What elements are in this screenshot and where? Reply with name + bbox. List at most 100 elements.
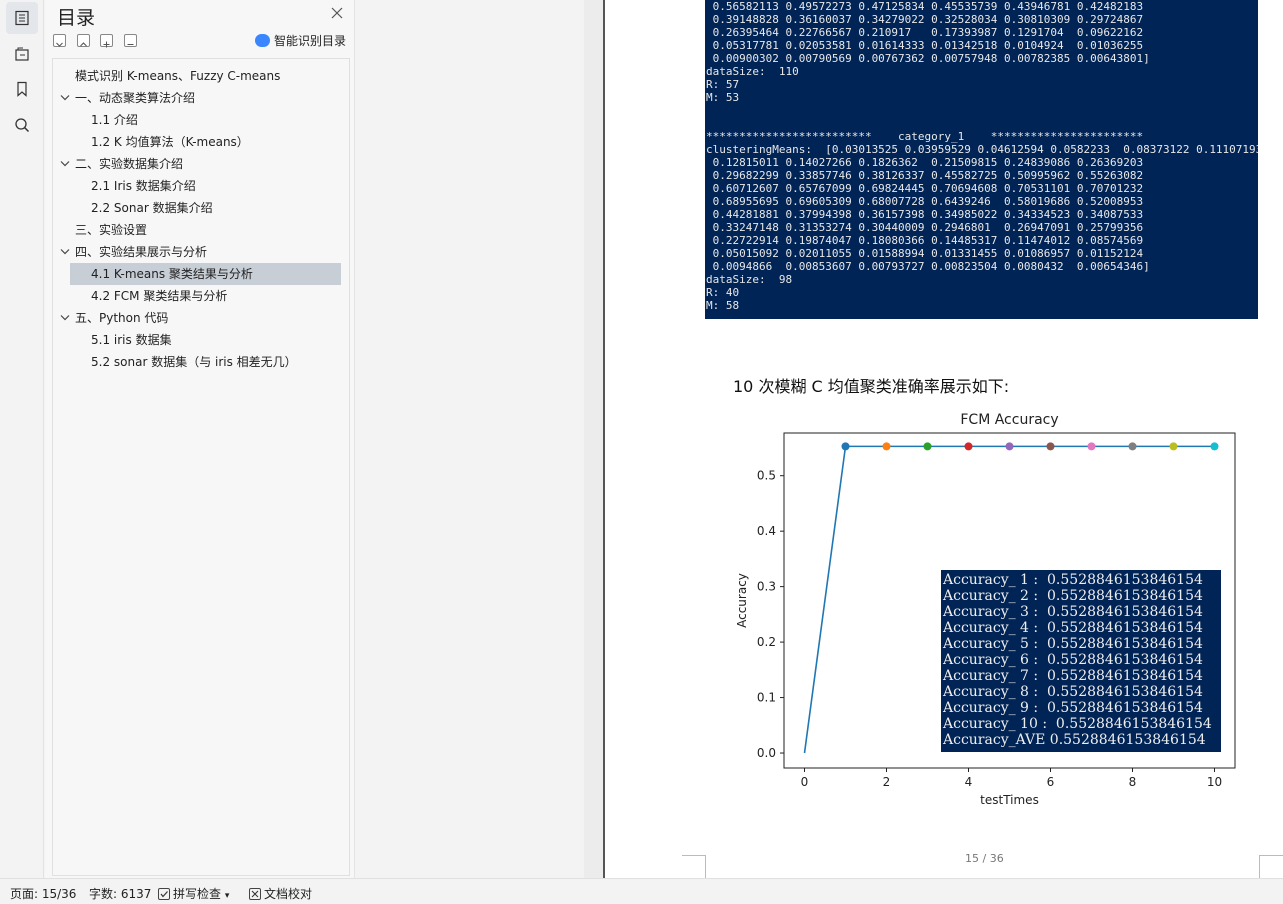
document-proofread-button[interactable]: 文档校对 xyxy=(249,885,312,902)
toc-title: 目录 xyxy=(57,7,96,29)
toc-item-label: 三、实验设置 xyxy=(75,223,148,237)
data-point xyxy=(1128,442,1137,451)
toc-item[interactable]: 四、实验结果展示与分析 xyxy=(75,241,207,263)
x-axis-label: testTimes xyxy=(980,793,1039,807)
toc-item-label: 2.2 Sonar 数据集介绍 xyxy=(91,201,213,215)
y-tick-label: 0.0 xyxy=(757,746,776,760)
toc-item[interactable]: 2.1 Iris 数据集介绍 xyxy=(91,175,196,197)
spell-check-button[interactable]: 拼写检查 ▾ xyxy=(158,885,229,902)
console-line: 0.39148828 0.36160037 0.34279022 0.32528… xyxy=(706,13,1144,26)
y-tick-label: 0.1 xyxy=(757,691,776,705)
data-point xyxy=(1169,442,1178,451)
data-point xyxy=(1046,442,1055,451)
x-tick-label: 4 xyxy=(965,775,973,789)
accuracy-line: Accuracy_ 7 : 0.5528846153846154 xyxy=(943,668,1203,684)
word-count[interactable]: 字数: 6137 xyxy=(89,885,151,902)
collapse-all-icon[interactable] xyxy=(53,34,66,47)
accuracy-line: Accuracy_AVE 0.5528846153846154 xyxy=(943,732,1206,748)
toc-item[interactable]: 1.2 K 均值算法（K-means） xyxy=(91,131,249,153)
remove-heading-icon[interactable] xyxy=(124,34,137,47)
chevron-down-icon[interactable] xyxy=(59,241,71,263)
console-line: M: 53 xyxy=(706,91,740,104)
chevron-down-icon[interactable] xyxy=(59,307,71,329)
close-icon[interactable] xyxy=(329,5,345,21)
toc-item[interactable]: 4.2 FCM 聚类结果与分析 xyxy=(91,285,227,307)
console-line: clusteringMeans: [0.03013525 0.03959529 … xyxy=(706,143,1258,156)
add-heading-icon[interactable] xyxy=(100,34,113,48)
navigation-tree-icon[interactable] xyxy=(6,38,38,70)
console-line: 0.56582113 0.49572273 0.47125834 0.45535… xyxy=(706,0,1144,13)
toc-item-label: 2.1 Iris 数据集介绍 xyxy=(91,179,196,193)
y-axis-label: Accuracy xyxy=(735,573,749,628)
page-indicator[interactable]: 页面: 15/36 xyxy=(10,885,76,902)
toc-item[interactable]: 模式识别 K-means、Fuzzy C-means xyxy=(75,65,280,87)
data-point xyxy=(964,442,973,451)
toc-item[interactable]: 一、动态聚类算法介绍 xyxy=(75,87,195,109)
toc-item-label: 4.1 K-means 聚类结果与分析 xyxy=(91,267,253,281)
status-bar: 页面: 15/36 字数: 6137 拼写检查 ▾ 文档校对 xyxy=(0,878,1283,904)
y-tick-label: 0.5 xyxy=(757,469,776,483)
checkbox-icon xyxy=(158,888,170,900)
expand-all-icon[interactable] xyxy=(77,34,90,47)
toc-panel: 目录 智能识别目录 模式识别 K-means、Fuzzy C-means 一、动态… xyxy=(45,0,355,878)
console-line: 0.68955695 0.69605309 0.68007728 0.64392… xyxy=(706,195,1144,208)
toc-item[interactable]: 4.1 K-means 聚类结果与分析 xyxy=(70,263,341,285)
toc-item[interactable]: 三、实验设置 xyxy=(75,219,147,241)
chevron-down-icon[interactable] xyxy=(59,153,71,175)
app-window: 目录 智能识别目录 模式识别 K-means、Fuzzy C-means 一、动态… xyxy=(0,0,1283,904)
accuracy-line: Accuracy_ 8 : 0.5528846153846154 xyxy=(943,684,1203,700)
proofread-label: 文档校对 xyxy=(264,887,313,901)
toc-item-label: 五、Python 代码 xyxy=(75,311,169,325)
y-tick-label: 0.3 xyxy=(757,580,776,594)
console-line: 0.05317781 0.02053581 0.01614333 0.01342… xyxy=(706,39,1144,52)
x-tick-label: 6 xyxy=(1047,775,1055,789)
dropdown-arrow-icon: ▾ xyxy=(224,891,230,901)
data-point xyxy=(841,442,850,451)
toc-item-label: 4.2 FCM 聚类结果与分析 xyxy=(91,289,228,303)
proofread-icon xyxy=(249,888,261,900)
toc-item-label: 1.2 K 均值算法（K-means） xyxy=(91,135,249,149)
document-margin-area xyxy=(356,0,584,878)
toc-item[interactable]: 二、实验数据集介绍 xyxy=(75,153,183,175)
toc-item-label: 一、动态聚类算法介绍 xyxy=(75,91,196,105)
accuracy-line: Accuracy_ 6 : 0.5528846153846154 xyxy=(943,652,1203,668)
page-corner-mark-right xyxy=(1259,855,1283,878)
accuracy-results-overlay: Accuracy_ 1 : 0.5528846153846154 Accuracy… xyxy=(941,570,1221,752)
smart-recognize-label: 智能识别目录 xyxy=(274,34,347,48)
accuracy-line: Accuracy_ 10 : 0.5528846153846154 xyxy=(943,716,1212,732)
toc-item-label: 四、实验结果展示与分析 xyxy=(75,245,208,259)
toc-item[interactable]: 5.2 sonar 数据集（与 iris 相差无几） xyxy=(91,351,297,373)
toc-list: 模式识别 K-means、Fuzzy C-means 一、动态聚类算法介绍 1.1 … xyxy=(52,58,350,876)
data-point xyxy=(1005,442,1014,451)
smart-recognize-toc-button[interactable]: 智能识别目录 xyxy=(255,32,346,49)
accuracy-line: Accuracy_ 3 : 0.5528846153846154 xyxy=(943,604,1203,620)
console-line: 0.12815011 0.14027266 0.1826362 0.215098… xyxy=(706,156,1144,169)
bookmark-icon[interactable] xyxy=(6,73,38,105)
console-line: R: 57 xyxy=(706,78,740,91)
console-line: M: 58 xyxy=(706,299,740,312)
document-page: 0.56582113 0.49572273 0.47125834 0.45535… xyxy=(603,0,1283,878)
x-tick-label: 2 xyxy=(883,775,891,789)
chevron-down-icon[interactable] xyxy=(59,87,71,109)
toc-item[interactable]: 5.1 iris 数据集 xyxy=(91,329,172,351)
toc-item[interactable]: 1.1 介绍 xyxy=(91,109,138,131)
accuracy-line: Accuracy_ 2 : 0.5528846153846154 xyxy=(943,588,1203,604)
accuracy-line: Accuracy_ 4 : 0.5528846153846154 xyxy=(943,620,1203,636)
console-line: dataSize: 98 xyxy=(706,273,793,286)
toc-item[interactable]: 五、Python 代码 xyxy=(75,307,168,329)
toc-panel-icon[interactable] xyxy=(6,2,38,34)
console-line: 0.29682299 0.33857746 0.38126337 0.45582… xyxy=(706,169,1144,182)
search-icon[interactable] xyxy=(6,109,38,141)
y-tick-label: 0.2 xyxy=(757,635,776,649)
x-tick-label: 10 xyxy=(1207,775,1222,789)
console-line: 0.33247148 0.31353274 0.30440009 0.29468… xyxy=(706,221,1144,234)
data-point xyxy=(882,442,891,451)
toc-item-label: 二、实验数据集介绍 xyxy=(75,157,184,171)
chart-title: FCM Accuracy xyxy=(960,412,1058,428)
toc-item-label: 模式识别 K-means、Fuzzy C-means xyxy=(75,69,281,83)
toc-item[interactable]: 2.2 Sonar 数据集介绍 xyxy=(91,197,213,219)
left-icon-rail xyxy=(0,0,44,878)
spell-check-label: 拼写检查 xyxy=(173,887,222,901)
console-line: 0.44281881 0.37994398 0.36157398 0.34985… xyxy=(706,208,1144,221)
